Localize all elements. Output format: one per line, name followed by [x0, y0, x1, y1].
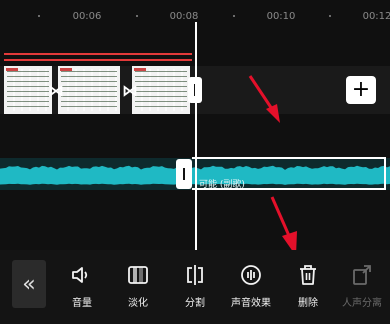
- annotation-arrow-line: [270, 196, 292, 239]
- tool-voice-effect[interactable]: 声音效果: [221, 262, 281, 309]
- speaker-icon: [52, 262, 112, 288]
- timeline-editor: 00:06 00:08 00:10 00:12 ⋈ ⋈ + 可能 (副歌) « …: [0, 0, 390, 324]
- tool-label: 声音效果: [231, 298, 271, 309]
- fade-icon: [108, 262, 168, 288]
- trash-icon: [278, 262, 338, 288]
- tool-fade[interactable]: 淡化: [108, 262, 168, 309]
- vocal-separate-icon: [332, 262, 390, 288]
- tool-label: 音量: [72, 298, 92, 309]
- tool-label: 删除: [298, 298, 318, 309]
- double-chevron-left-icon[interactable]: «: [12, 260, 46, 308]
- tool-split[interactable]: 分割: [165, 262, 225, 309]
- tool-label: 人声分离: [342, 298, 382, 309]
- tool-volume[interactable]: 音量: [52, 262, 112, 309]
- voice-effect-icon: [221, 262, 281, 288]
- tool-vocal-separate[interactable]: 人声分离: [332, 262, 390, 309]
- tool-label: 淡化: [128, 298, 148, 309]
- annotation-arrow-line: [248, 75, 276, 113]
- tool-label: 分割: [185, 298, 205, 309]
- annotation-arrowhead: [266, 104, 280, 123]
- tool-delete[interactable]: 删除: [278, 262, 338, 309]
- split-icon: [165, 262, 225, 288]
